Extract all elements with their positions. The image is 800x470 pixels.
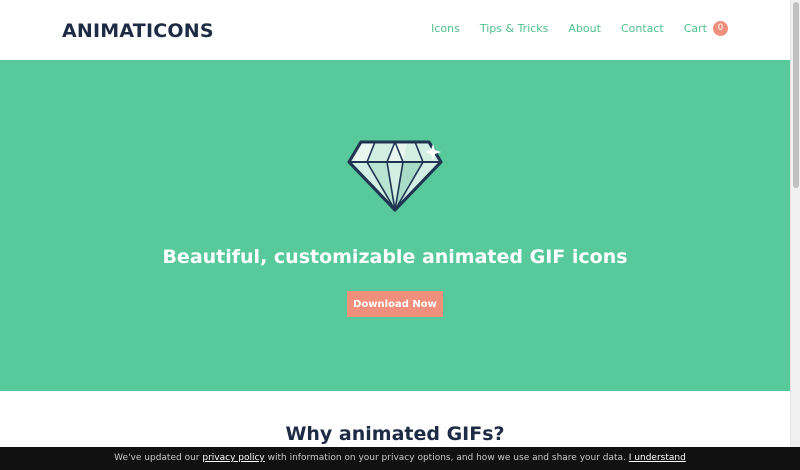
cookie-accept-link[interactable]: I understand [629,453,686,463]
page-scrollbar[interactable] [790,0,800,470]
nav-link-about[interactable]: About [568,22,601,35]
cart-label: Cart [683,22,707,35]
section-title: Why animated GIFs? [285,423,505,445]
cookie-text-after: with information on your privacy options… [267,453,626,463]
cookie-notice-bar: We've updated our privacy policy with in… [0,447,800,470]
privacy-policy-link[interactable]: privacy policy [202,453,264,463]
cart-count-badge: 0 [713,21,728,36]
main-nav: Icons Tips & Tricks About Contact Cart 0 [431,21,728,36]
cookie-text-before: We've updated our [114,453,200,463]
site-logo[interactable]: ANIMATICONS [62,20,214,42]
hero-title: Beautiful, customizable animated GIF ico… [162,246,628,268]
site-header: ANIMATICONS Icons Tips & Tricks About Co… [0,0,790,60]
hero-section: Beautiful, customizable animated GIF ico… [0,60,790,391]
nav-link-contact[interactable]: Contact [621,22,664,35]
diamond-icon [347,140,443,212]
nav-link-tips-tricks[interactable]: Tips & Tricks [480,22,549,35]
nav-link-icons[interactable]: Icons [431,22,460,35]
cart-link[interactable]: Cart 0 [684,21,728,36]
download-now-button[interactable]: Download Now [347,291,443,317]
scrollbar-thumb[interactable] [793,2,799,188]
